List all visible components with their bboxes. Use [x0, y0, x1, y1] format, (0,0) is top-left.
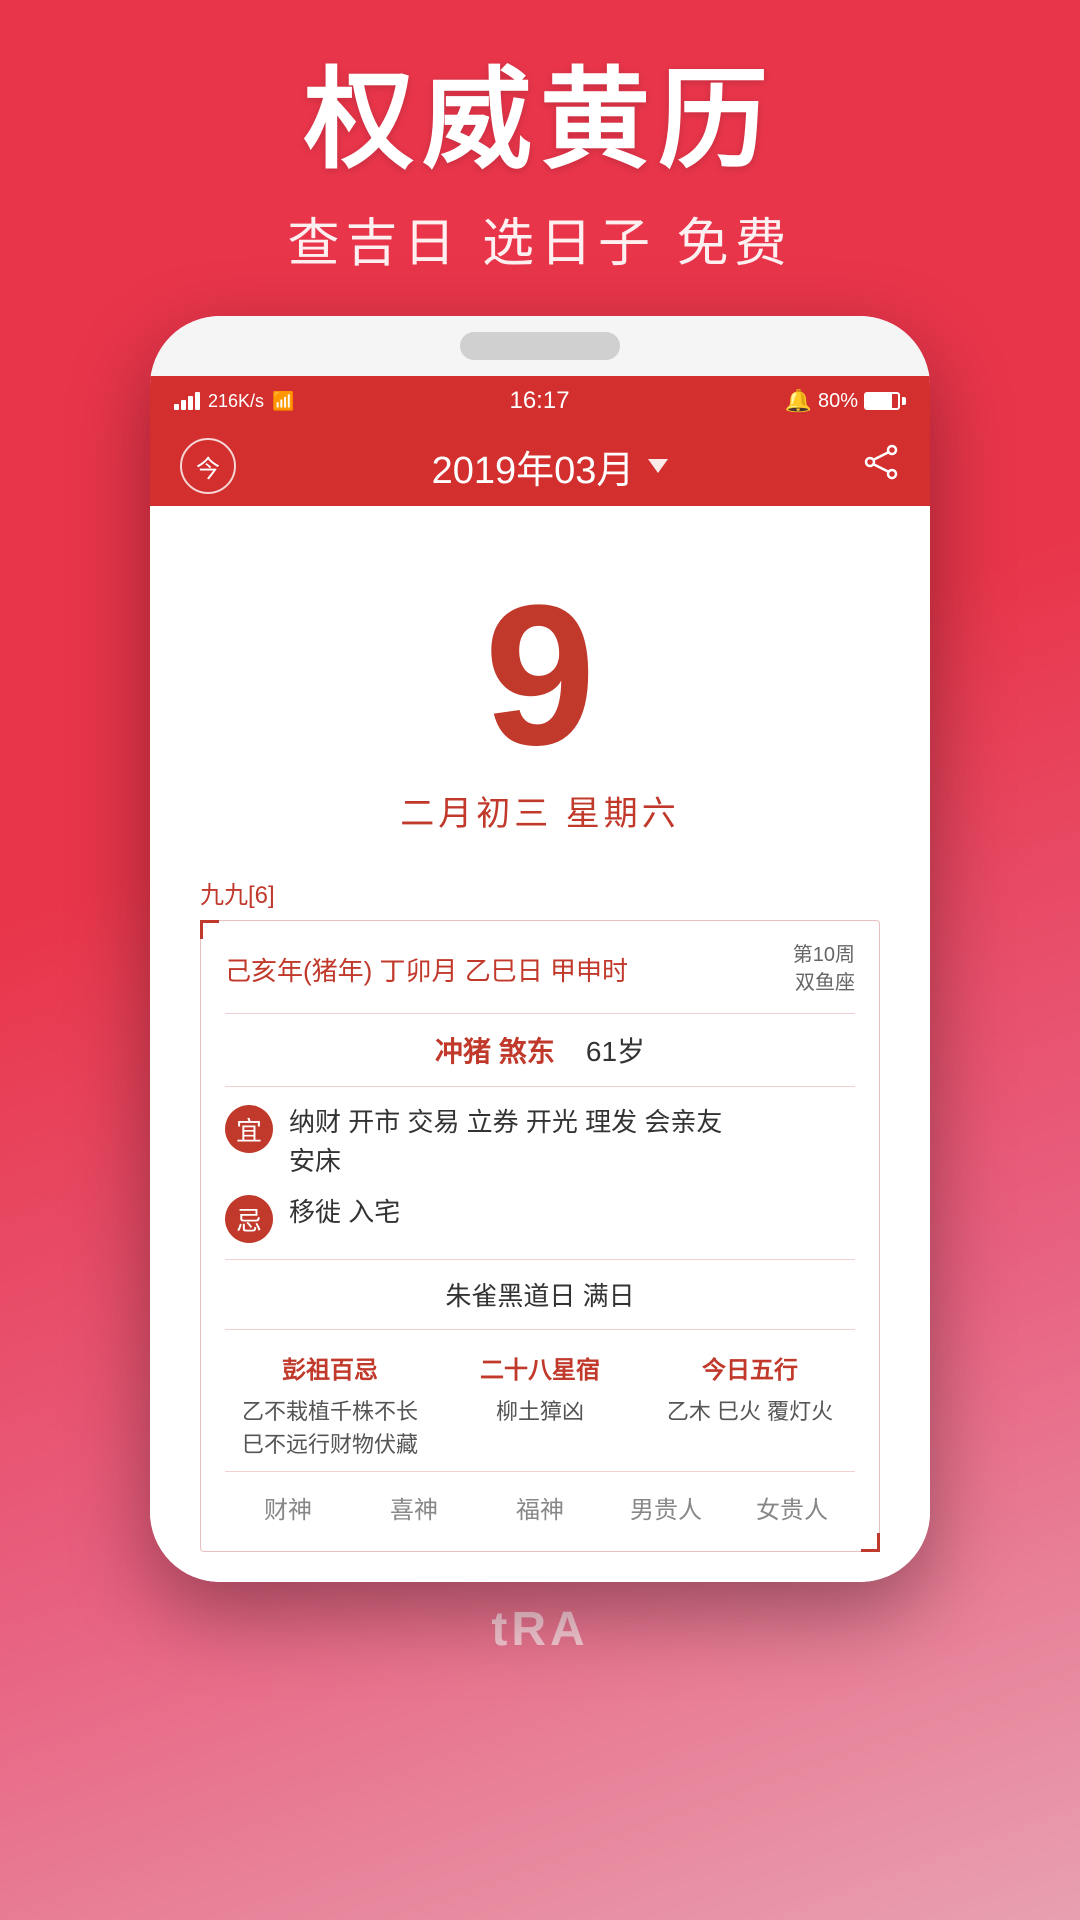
- footer-label-0: 财神: [225, 1490, 351, 1525]
- bottom-area: tRA: [0, 1582, 1080, 1657]
- wuxing-content: 乙木 巳火 覆灯火: [645, 1395, 855, 1428]
- app-header: 今 2019年03月: [150, 426, 930, 506]
- promo-subtitle: 查吉日 选日子 免费: [0, 201, 1080, 276]
- wifi-icon: 📶: [272, 391, 294, 412]
- pengzu-title: 彭祖百忌: [225, 1350, 435, 1385]
- month-title-text: 2019年03月: [432, 439, 635, 494]
- star-section: 二十八星宿 柳土獐凶: [435, 1350, 645, 1461]
- phone-speaker: [460, 332, 620, 360]
- zodiac-text: 双鱼座: [793, 969, 855, 997]
- share-button[interactable]: [864, 444, 900, 488]
- dropdown-arrow-icon: [648, 459, 668, 473]
- info-section: 九九[6] 己亥年(猪年) 丁卯月 乙巳日 甲申时 第10周 双鱼座 冲猪 煞东…: [190, 875, 890, 1552]
- yi-badge: 宜: [225, 1105, 273, 1153]
- phone-frame: 216K/s 📶 16:17 🔔 80% 今 2019年03月: [150, 316, 930, 1582]
- footer-label-1: 喜神: [351, 1490, 477, 1525]
- jiu-label: 九九[6]: [200, 875, 880, 910]
- ganzhi-text: 己亥年(猪年) 丁卯月 乙巳日 甲申时: [225, 951, 628, 988]
- footer-label-4: 女贵人: [729, 1490, 855, 1525]
- footer-labels: 财神 喜神 福神 男贵人 女贵人: [225, 1472, 855, 1531]
- chong-text: 冲猪 煞东: [435, 1036, 555, 1067]
- ji-row: 忌 移徙 入宅: [225, 1193, 855, 1243]
- pengzu-section: 彭祖百忌 乙不栽植千株不长巳不远行财物伏藏: [225, 1350, 435, 1461]
- today-label: 今: [196, 449, 220, 484]
- month-title[interactable]: 2019年03月: [432, 439, 669, 494]
- phone-top-area: [150, 316, 930, 376]
- share-icon: [864, 444, 900, 480]
- week-zodiac: 第10周 双鱼座: [793, 941, 855, 997]
- status-left: 216K/s 📶: [174, 391, 294, 412]
- wuxing-section: 今日五行 乙木 巳火 覆灯火: [645, 1350, 855, 1461]
- yi-ji-section: 宜 纳财 开市 交易 立券 开光 理发 会亲友安床 忌 移徙 入宅: [225, 1087, 855, 1260]
- day-display: 9 二月初三 星期六: [190, 546, 890, 845]
- pengzu-content: 乙不栽植千株不长巳不远行财物伏藏: [225, 1395, 435, 1461]
- calendar-body: 9 二月初三 星期六 九九[6] 己亥年(猪年) 丁卯月 乙巳日 甲申时 第10…: [150, 506, 930, 1582]
- wuxing-title: 今日五行: [645, 1350, 855, 1385]
- today-button[interactable]: 今: [180, 438, 236, 494]
- yi-text: 纳财 开市 交易 立券 开光 理发 会亲友安床: [289, 1103, 855, 1181]
- week-text: 第10周: [793, 941, 855, 969]
- battery-percent: 80%: [818, 390, 858, 413]
- star-content: 柳土獐凶: [435, 1395, 645, 1428]
- three-cols: 彭祖百忌 乙不栽植千株不长巳不远行财物伏藏 二十八星宿 柳土獐凶 今日五行 乙木…: [225, 1330, 855, 1472]
- promo-title: 权威黄历: [0, 60, 1080, 181]
- chong-row: 冲猪 煞东 61岁: [225, 1014, 855, 1087]
- day-lunar: 二月初三 星期六: [190, 786, 890, 835]
- alarm-icon: 🔔: [785, 388, 812, 414]
- info-card: 己亥年(猪年) 丁卯月 乙巳日 甲申时 第10周 双鱼座 冲猪 煞东 61岁 宜: [200, 920, 880, 1552]
- ganzhi-row: 己亥年(猪年) 丁卯月 乙巳日 甲申时 第10周 双鱼座: [225, 941, 855, 1014]
- yi-row: 宜 纳财 开市 交易 立券 开光 理发 会亲友安床: [225, 1103, 855, 1181]
- day-number: 9: [190, 576, 890, 776]
- tra-text: tRA: [491, 1602, 588, 1657]
- status-time: 16:17: [509, 387, 569, 415]
- footer-label-2: 福神: [477, 1490, 603, 1525]
- signal-icon: [174, 392, 200, 410]
- star-title: 二十八星宿: [435, 1350, 645, 1385]
- status-bar: 216K/s 📶 16:17 🔔 80%: [150, 376, 930, 426]
- footer-label-3: 男贵人: [603, 1490, 729, 1525]
- ji-badge: 忌: [225, 1195, 273, 1243]
- battery-icon: [864, 392, 906, 410]
- black-day-row: 朱雀黑道日 满日: [225, 1260, 855, 1330]
- status-right: 🔔 80%: [785, 388, 906, 414]
- ji-text: 移徙 入宅: [289, 1193, 855, 1232]
- age-text: 61岁: [586, 1036, 645, 1067]
- network-speed: 216K/s: [208, 391, 264, 412]
- promo-section: 权威黄历 查吉日 选日子 免费: [0, 0, 1080, 316]
